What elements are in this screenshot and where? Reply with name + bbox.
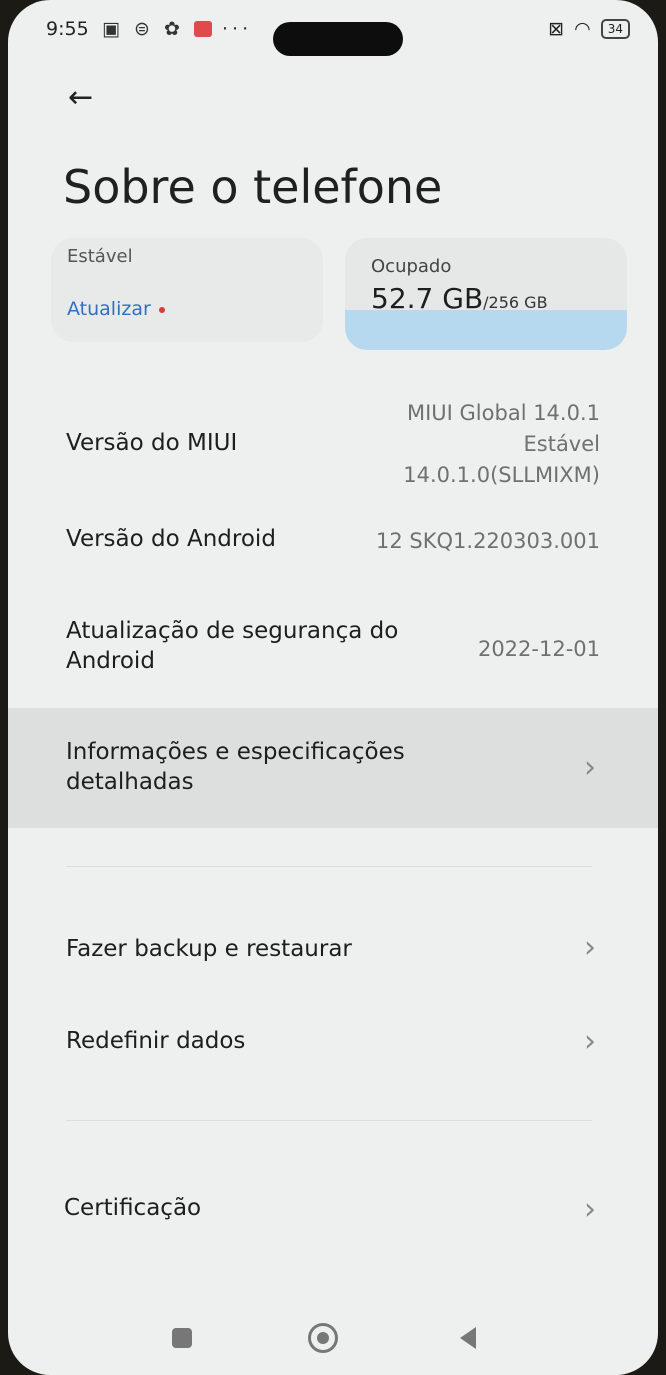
status-bar: 9:55 ▣ ⊜ ✿ ··· ⊠ ◠ 34: [46, 18, 630, 46]
miui-version-value: MIUI Global 14.0.1 Estável 14.0.1.0(SLLM…: [403, 398, 600, 491]
chevron-right-icon: ›: [584, 1192, 596, 1227]
recents-button[interactable]: [162, 1318, 202, 1358]
security-patch-label: Atualização de segurança do Android: [66, 616, 398, 676]
wifi-icon: ◠: [574, 18, 591, 40]
nfc-icon: ▣: [102, 18, 124, 40]
gear-icon: ✿: [163, 18, 184, 40]
update-link-label[interactable]: Atualizar: [67, 298, 151, 320]
chevron-right-icon: ›: [584, 930, 596, 965]
home-button[interactable]: [303, 1318, 343, 1358]
section-divider: [66, 1120, 592, 1121]
phone-screen: 9:55 ▣ ⊜ ✿ ··· ⊠ ◠ 34 ← Sobre o telefone…: [8, 0, 658, 1375]
back-triangle-icon: [460, 1327, 476, 1349]
chevron-right-icon: ›: [584, 1024, 596, 1059]
navigation-bar: [8, 1310, 658, 1370]
sim-icon: ⊜: [134, 18, 154, 40]
no-sim-icon: ⊠: [548, 18, 565, 40]
battery-icon: 34: [600, 19, 630, 39]
detailed-info-label[interactable]: Informações e especificações detalhadas: [66, 737, 405, 797]
storage-fill-bar: [345, 310, 627, 350]
miui-version-line: MIUI Global 14.0.1: [406, 401, 600, 425]
more-dots-icon: ···: [221, 18, 253, 40]
detailed-info-line-2: detalhadas: [66, 769, 194, 795]
miui-version-label: Versão do MIUI: [66, 430, 238, 456]
recents-square-icon: [172, 1328, 192, 1348]
status-icons: ▣ ⊜ ✿ ···: [102, 18, 252, 40]
security-patch-value: 2022-12-01: [477, 637, 600, 661]
nav-back-button[interactable]: [448, 1318, 488, 1358]
chevron-right-icon: ›: [584, 750, 596, 785]
android-version-label: Versão do Android: [66, 526, 276, 552]
android-version-value: 12 SKQ1.220303.001: [376, 529, 600, 553]
home-circle-icon: [308, 1323, 338, 1353]
back-arrow-icon: ←: [68, 80, 94, 115]
storage-label: Ocupado: [371, 256, 452, 277]
miui-channel-line: Estável: [523, 432, 601, 456]
reset-data-item[interactable]: Redefinir dados: [66, 1026, 245, 1056]
mail-icon: [193, 21, 212, 37]
security-patch-line-2: Android: [66, 648, 155, 674]
detailed-info-line-1: Informações e especificações: [66, 739, 405, 765]
storage-card[interactable]: Ocupado 52.7 GB/256 GB: [345, 238, 627, 350]
back-button[interactable]: ←: [68, 80, 104, 116]
page-title: Sobre o telefone: [63, 160, 443, 214]
status-time: 9:55: [46, 18, 89, 40]
update-channel: Estável: [67, 246, 133, 267]
storage-total: /256 GB: [483, 293, 548, 312]
update-link[interactable]: Atualizar: [67, 298, 165, 320]
storage-used: 52.7 GB/256 GB: [371, 282, 548, 315]
status-right: ⊠ ◠ 34: [548, 18, 630, 40]
notification-dot-icon: [158, 307, 165, 313]
storage-used-value: 52.7 GB: [371, 282, 484, 315]
miui-build-line: 14.0.1.0(SLLMIXM): [403, 463, 600, 487]
system-update-card[interactable]: Estável Atualizar: [51, 238, 323, 342]
security-patch-line-1: Atualização de segurança do: [66, 618, 399, 644]
section-divider: [66, 866, 592, 867]
certification-item[interactable]: Certificação: [64, 1193, 201, 1223]
backup-restore-item[interactable]: Fazer backup e restaurar: [66, 934, 352, 964]
